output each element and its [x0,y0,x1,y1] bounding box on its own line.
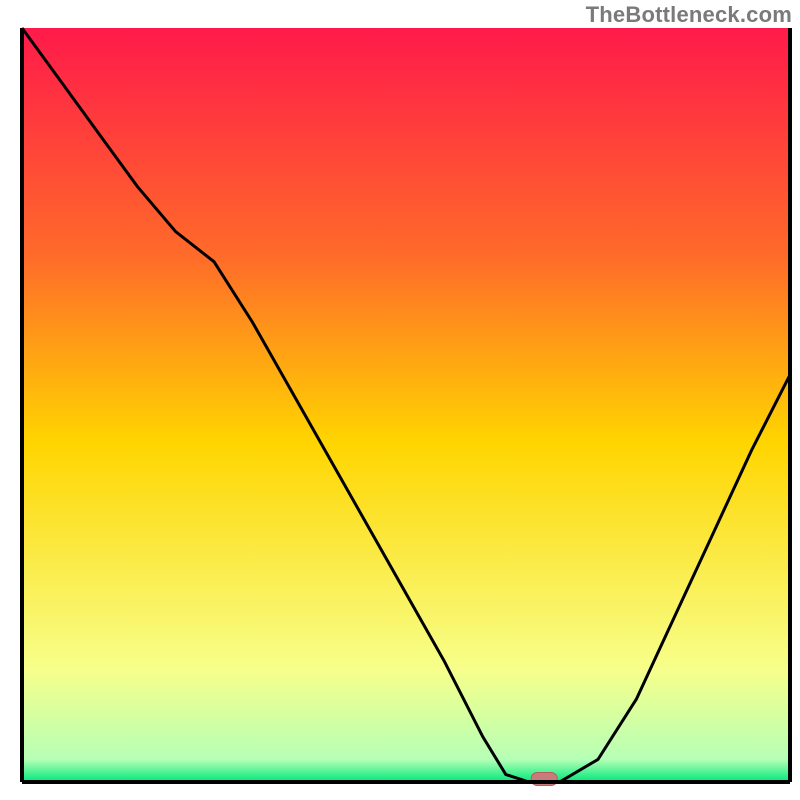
chart-container: TheBottleneck.com [0,0,800,800]
watermark-text: TheBottleneck.com [586,2,792,28]
bottleneck-chart [0,0,800,800]
plot-background [22,28,790,782]
